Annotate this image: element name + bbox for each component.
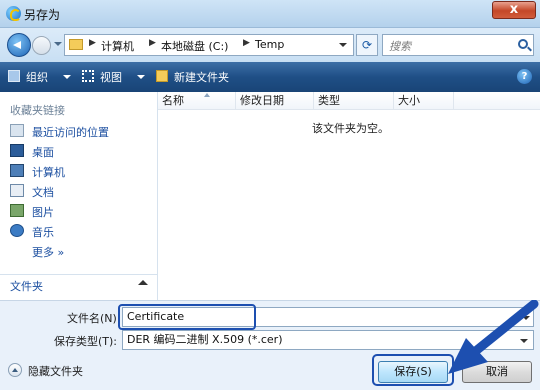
filetype-label: 保存类型(T): [54, 335, 118, 348]
views-icon [82, 70, 94, 82]
column-header-label: 类型 [318, 94, 340, 107]
breadcrumb-temp[interactable]: Temp [255, 38, 284, 51]
title-bar: 另存为 x [0, 0, 540, 28]
toolbar: 组织 视图 新建文件夹 ? [0, 62, 540, 92]
organize-icon [8, 70, 20, 82]
computer-icon [10, 164, 24, 177]
search-input[interactable]: 搜索 [382, 34, 534, 56]
music-icon [10, 224, 24, 237]
search-icon[interactable] [518, 39, 528, 49]
hide-folders-label[interactable]: 隐藏文件夹 [28, 363, 83, 379]
organize-button[interactable]: 组织 [26, 69, 48, 85]
folders-bar[interactable]: 文件夹 [0, 274, 158, 296]
breadcrumb-arrow-icon[interactable]: ▶ [243, 38, 250, 48]
search-placeholder: 搜索 [389, 40, 411, 53]
more-link[interactable]: 更多 » [32, 244, 64, 260]
address-box[interactable]: ▶ 计算机 ▶ 本地磁盘 (C:) ▶ Temp [64, 34, 354, 56]
window-title: 另存为 [24, 8, 61, 22]
sidebar-item-label: 文档 [32, 186, 54, 199]
column-header-label: 修改日期 [240, 94, 284, 107]
help-icon[interactable]: ? [517, 69, 532, 84]
desktop-icon [10, 144, 24, 157]
breadcrumb-arrow-icon[interactable]: ▶ [149, 38, 156, 48]
back-button[interactable] [7, 33, 31, 57]
sidebar-item-pictures[interactable]: 图片 [10, 202, 150, 220]
folder-icon [69, 39, 83, 50]
favorites-header: 收藏夹链接 [10, 104, 65, 117]
views-button[interactable]: 视图 [100, 69, 122, 85]
chevron-down-icon[interactable] [137, 75, 145, 79]
sidebar-item-label: 音乐 [32, 226, 54, 239]
address-dropdown-icon[interactable] [339, 43, 347, 47]
breadcrumb-arrow-icon[interactable]: ▶ [89, 38, 96, 48]
file-list[interactable]: 名称 修改日期 类型 大小 该文件夹为空。 [158, 92, 540, 300]
sidebar-item-desktop[interactable]: 桌面 [10, 142, 150, 160]
sidebar-item-recent-places[interactable]: 最近访问的位置 [10, 122, 150, 140]
column-header-label: 大小 [398, 94, 420, 107]
chevron-up-icon[interactable] [138, 280, 148, 285]
refresh-button[interactable]: ⟳ [356, 34, 378, 56]
sidebar-item-music[interactable]: 音乐 [10, 222, 150, 240]
column-header-type[interactable]: 类型 [314, 92, 394, 110]
recent-places-icon [10, 124, 24, 137]
breadcrumb-local-disk[interactable]: 本地磁盘 (C:) [161, 38, 228, 54]
new-folder-icon [156, 70, 168, 82]
address-bar-area: ▶ 计算机 ▶ 本地磁盘 (C:) ▶ Temp ⟳ 搜索 [0, 28, 540, 62]
sidebar-item-computer[interactable]: 计算机 [10, 162, 150, 180]
hide-folders-toggle[interactable] [8, 363, 22, 377]
sort-arrow-icon [204, 93, 210, 97]
pictures-icon [10, 204, 24, 217]
column-header-name[interactable]: 名称 [158, 92, 236, 110]
empty-folder-message: 该文件夹为空。 [312, 122, 389, 135]
forward-button[interactable] [32, 36, 51, 55]
folders-label: 文件夹 [10, 280, 43, 293]
breadcrumb-computer[interactable]: 计算机 [101, 38, 134, 54]
sidebar-item-label: 计算机 [32, 166, 65, 179]
recent-pages-dropdown[interactable] [54, 42, 62, 46]
column-header-label: 名称 [162, 94, 184, 107]
ie-icon [6, 6, 21, 21]
documents-icon [10, 184, 24, 197]
sidebar-item-label: 最近访问的位置 [32, 126, 109, 139]
navigation-pane: 收藏夹链接 最近访问的位置 桌面 计算机 文档 图片 音乐 更多 » 文件夹 [0, 92, 158, 300]
annotation-arrow-icon [448, 300, 539, 374]
chevron-down-icon[interactable] [63, 75, 71, 79]
column-header-date[interactable]: 修改日期 [236, 92, 314, 110]
sidebar-item-documents[interactable]: 文档 [10, 182, 150, 200]
column-header-size[interactable]: 大小 [394, 92, 454, 110]
close-button[interactable]: x [492, 1, 536, 19]
filename-highlight-frame [118, 304, 256, 330]
sidebar-item-label: 图片 [32, 206, 54, 219]
new-folder-button[interactable]: 新建文件夹 [174, 69, 229, 85]
sidebar-item-label: 桌面 [32, 146, 54, 159]
filename-label: 文件名(N): [67, 312, 121, 325]
filetype-value: DER 编码二进制 X.509 (*.cer) [127, 333, 283, 346]
